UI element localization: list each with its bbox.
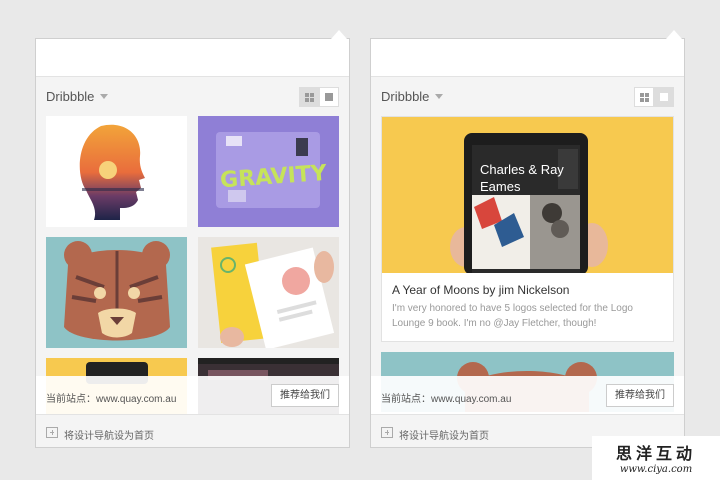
- add-homepage-icon: [46, 427, 58, 438]
- shot-card[interactable]: Charles & Ray Eames A Year of Moons by j…: [381, 116, 674, 342]
- source-dropdown[interactable]: Dribbble: [381, 89, 444, 104]
- shot-gravity-poster[interactable]: GRAVITY: [198, 116, 339, 227]
- panel-header-blank: [371, 39, 684, 77]
- grid-view-icon: [639, 92, 649, 102]
- set-homepage-link[interactable]: 将设计导航设为首页: [64, 427, 154, 442]
- shot-card-image: Charles & Ray Eames: [382, 117, 673, 273]
- current-site-text: 当前站点：www.quay.com.au: [381, 394, 512, 405]
- single-view-icon: [325, 93, 333, 101]
- panel-toolbar: Dribbble: [371, 77, 684, 115]
- set-homepage-bar[interactable]: 将设计导航设为首页: [36, 414, 349, 447]
- chevron-down-icon: [100, 94, 109, 99]
- dribbble-grid-panel: Dribbble GRAVITY 当前站点：www.quay.com.au 推荐…: [35, 38, 350, 448]
- grid-view-button[interactable]: [299, 87, 319, 107]
- shot-tiger-illustration[interactable]: [46, 237, 187, 348]
- recommend-button[interactable]: 推荐给我们: [606, 384, 674, 407]
- portrait-sunset-image: [79, 124, 145, 220]
- tablet-text-line2: Eames: [480, 179, 521, 194]
- source-label: Dribbble: [46, 89, 95, 104]
- chevron-down-icon: [435, 94, 444, 99]
- recommend-button[interactable]: 推荐给我们: [271, 384, 339, 407]
- grid-view-button[interactable]: [634, 87, 654, 107]
- brochure-photo-image: [211, 242, 335, 348]
- single-view-icon: [660, 93, 668, 101]
- shot-list: Charles & Ray Eames A Year of Moons by j…: [381, 116, 674, 412]
- panel-toolbar: Dribbble: [36, 77, 349, 115]
- tiger-illustration-image: [64, 241, 170, 341]
- dribbble-single-panel: Dribbble Charles & Ray Eames A Year of M…: [370, 38, 685, 448]
- shot-portrait-sunset[interactable]: [46, 116, 187, 227]
- source-label: Dribbble: [381, 89, 430, 104]
- panel-footer: 当前站点：www.quay.com.au 推荐给我们: [371, 376, 684, 414]
- panel-footer: 当前站点：www.quay.com.au 推荐给我们: [36, 376, 349, 414]
- panel-header-blank: [36, 39, 349, 77]
- view-toggle: [299, 87, 339, 107]
- shot-brochure-photo[interactable]: [198, 237, 339, 348]
- view-toggle: [634, 87, 674, 107]
- add-homepage-icon: [381, 427, 393, 438]
- grid-view-icon: [304, 92, 314, 102]
- shot-title[interactable]: A Year of Moons by jim Nickelson: [382, 273, 673, 301]
- set-homepage-link[interactable]: 将设计导航设为首页: [399, 427, 489, 442]
- gravity-poster-image: GRAVITY: [216, 132, 329, 208]
- watermark-brand: 思洋互动: [615, 444, 696, 463]
- source-dropdown[interactable]: Dribbble: [46, 89, 109, 104]
- tablet-text-line1: Charles & Ray: [480, 162, 564, 177]
- watermark-url: www.ciya.com: [619, 464, 693, 475]
- shot-description: I'm very honored to have 5 logos selecte…: [392, 303, 633, 329]
- watermark: 思洋互动 www.ciya.com: [592, 436, 720, 480]
- tablet-illustration: [450, 133, 608, 273]
- current-site-text: 当前站点：www.quay.com.au: [46, 394, 177, 405]
- single-view-button[interactable]: [319, 87, 339, 107]
- single-view-button[interactable]: [654, 87, 674, 107]
